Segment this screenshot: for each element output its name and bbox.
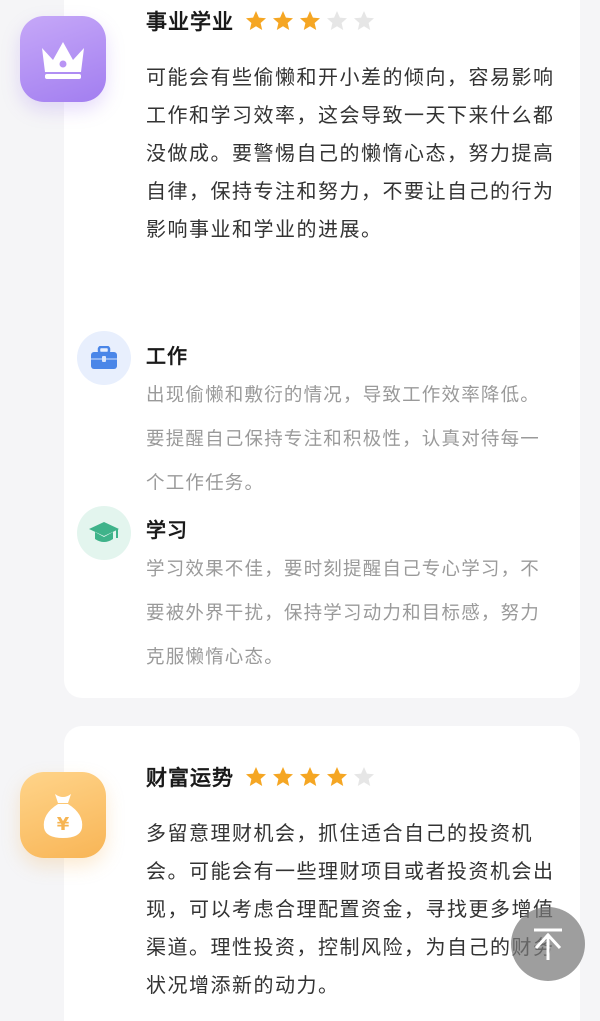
wealth-description: 多留意理财机会，抓住适合自己的投资机会。可能会有一些理财项目或者投资机会出现，可… <box>146 821 555 997</box>
star-filled-icon <box>273 11 293 30</box>
career-description: 可能会有些偷懒和开小差的倾向，容易影响工作和学习效率，这会导致一天下来什么都没做… <box>146 65 555 241</box>
star-filled-icon <box>273 767 293 786</box>
star-filled-icon <box>246 11 266 30</box>
career-title: 事业学业 <box>146 10 234 34</box>
star-empty-icon <box>327 11 347 30</box>
arrow-up-icon <box>534 928 562 960</box>
graduation-cap-icon <box>77 506 131 560</box>
career-rating <box>244 9 379 33</box>
briefcase-icon <box>77 331 131 385</box>
wealth-title-row: 财富运势 <box>146 762 379 792</box>
crown-icon <box>20 16 106 102</box>
wealth-rating <box>244 765 379 789</box>
study-title: 学习 <box>146 518 188 542</box>
wealth-title: 财富运势 <box>146 766 234 790</box>
study-text: 学习效果不佳，要时刻提醒自己专心学习，不要被外界干扰，保持学习动力和目标感，努力… <box>146 559 541 668</box>
star-filled-icon <box>327 767 347 786</box>
career-title-row: 事业学业 <box>146 6 379 36</box>
scroll-to-top-button[interactable] <box>511 907 585 981</box>
work-text: 出现偷懒和敷衍的情况，导致工作效率降低。要提醒自己保持专注和积极性，认真对待每一… <box>146 385 541 494</box>
star-empty-icon <box>354 767 374 786</box>
star-filled-icon <box>300 11 320 30</box>
star-filled-icon <box>300 767 320 786</box>
star-filled-icon <box>246 767 266 786</box>
star-empty-icon <box>354 11 374 30</box>
work-title: 工作 <box>146 344 188 368</box>
money-bag-icon: ¥ <box>20 772 106 858</box>
svg-text:¥: ¥ <box>57 814 70 835</box>
